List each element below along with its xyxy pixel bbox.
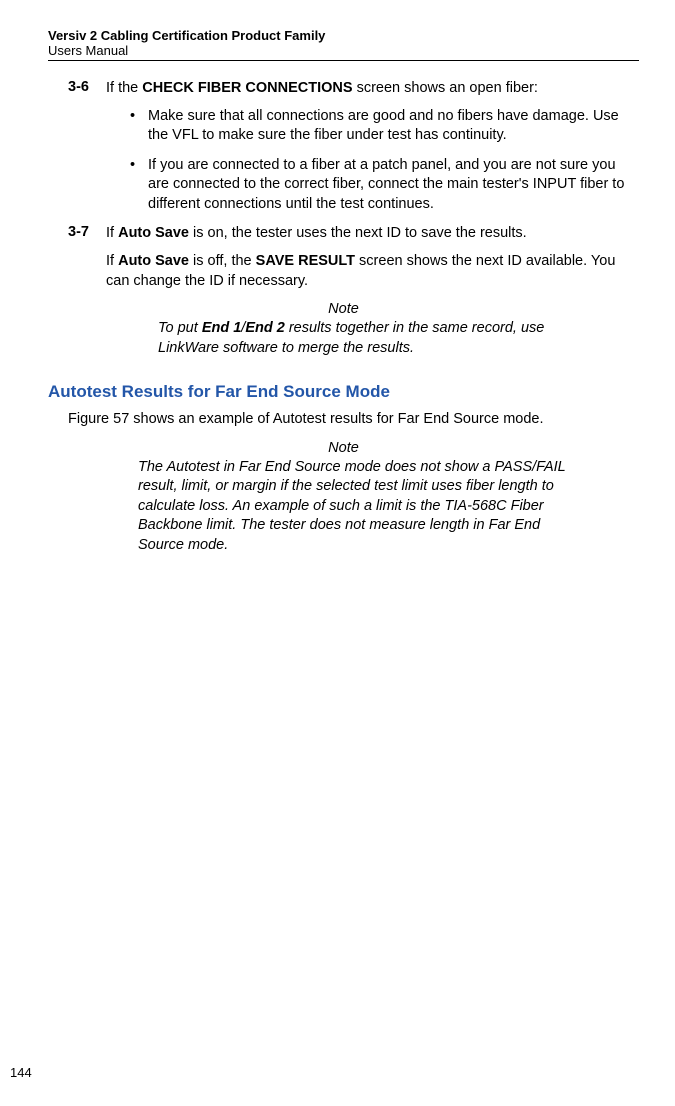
section-heading: Autotest Results for Far End Source Mode [48,382,639,402]
header-subtitle: Users Manual [48,43,639,58]
paragraph: Figure 57 shows an example of Autotest r… [68,410,639,430]
page-header: Versiv 2 Cabling Certification Product F… [48,28,639,61]
bold-text: End 2 [245,320,284,336]
step-number: 3-7 [68,224,106,244]
bullet-list: • Make sure that all connections are goo… [130,107,639,215]
text: If the [106,80,142,96]
note-body: To put End 1/End 2 results together in t… [158,319,559,358]
text: If [106,253,118,269]
text: is off, the [189,253,256,269]
text: If [106,225,118,241]
step-3-7: 3-7 If Auto Save is on, the tester uses … [68,224,639,244]
page: Versiv 2 Cabling Certification Product F… [0,0,675,1106]
step-body: If Auto Save is on, the tester uses the … [106,224,639,244]
bold-text: Auto Save [118,225,189,241]
note-label: Note [48,440,639,456]
bullet-text: If you are connected to a fiber at a pat… [148,156,639,215]
step-3-6: 3-6 If the CHECK FIBER CONNECTIONS scree… [68,79,639,99]
list-item: • Make sure that all connections are goo… [130,107,639,146]
bullet-icon: • [130,107,148,146]
text: To put [158,320,202,336]
bold-text: CHECK FIBER CONNECTIONS [142,80,352,96]
note-body: The Autotest in Far End Source mode does… [138,458,569,556]
text: is on, the tester uses the next ID to sa… [189,225,527,241]
page-number: 144 [10,1065,32,1080]
bullet-icon: • [130,156,148,215]
bold-text: End 1 [202,320,241,336]
step-number: 3-6 [68,79,106,99]
bullet-text: Make sure that all connections are good … [148,107,639,146]
text: screen shows an open fiber: [353,80,538,96]
bold-text: Auto Save [118,253,189,269]
header-title: Versiv 2 Cabling Certification Product F… [48,28,639,43]
step-body: If the CHECK FIBER CONNECTIONS screen sh… [106,79,639,99]
bold-text: SAVE RESULT [256,253,355,269]
paragraph: If Auto Save is off, the SAVE RESULT scr… [106,252,639,291]
list-item: • If you are connected to a fiber at a p… [130,156,639,215]
note-label: Note [48,301,639,317]
